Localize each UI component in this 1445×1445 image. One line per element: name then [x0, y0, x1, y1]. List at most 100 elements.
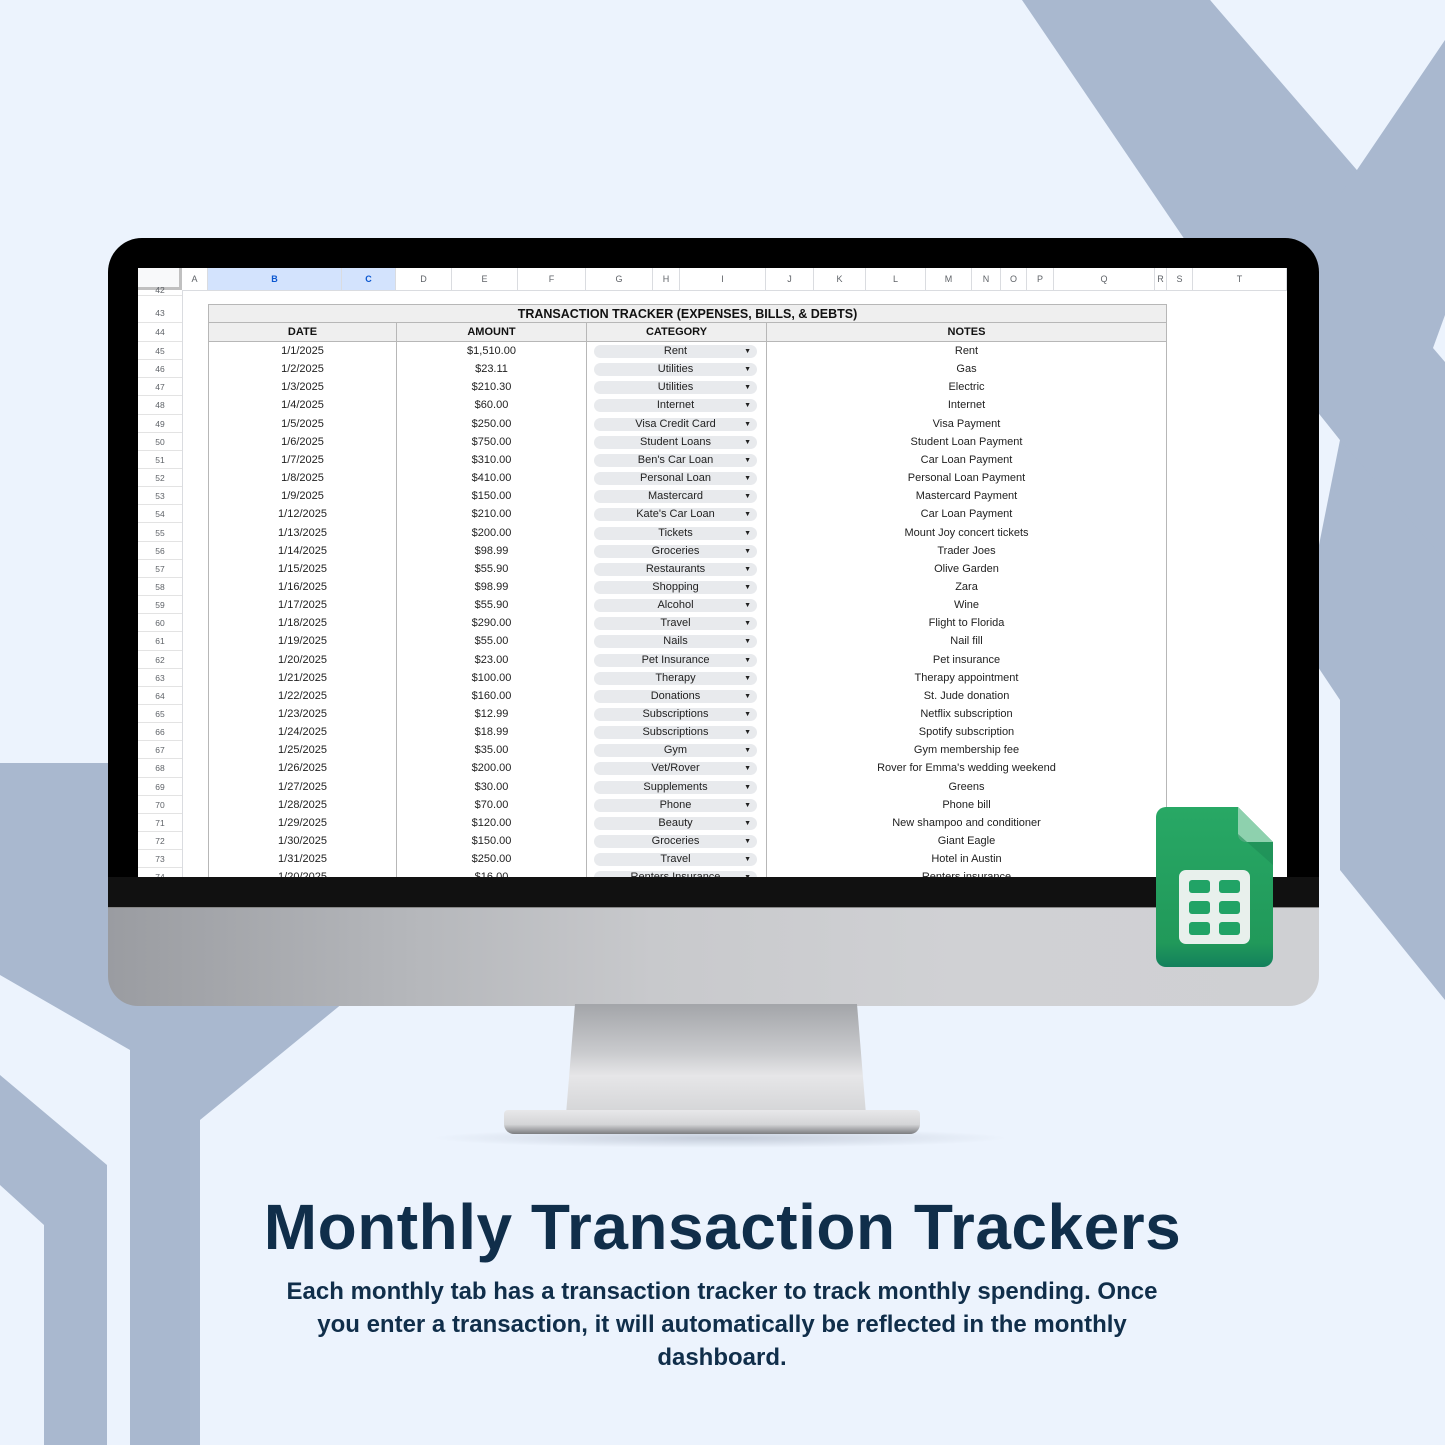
row-header[interactable]: 46	[138, 360, 182, 379]
row-header[interactable]: 55	[138, 524, 182, 542]
category-dropdown[interactable]: Utilities ▼	[594, 363, 757, 377]
amount-cell[interactable]: $750.00	[396, 433, 587, 451]
row-header[interactable]: 52	[138, 469, 182, 488]
amount-cell[interactable]: $410.00	[396, 469, 587, 487]
date-cell[interactable]: 1/20/2025	[208, 651, 397, 669]
notes-cell[interactable]: St. Jude donation	[766, 687, 1167, 705]
amount-cell[interactable]: $12.99	[396, 705, 587, 723]
amount-cell[interactable]: $23.11	[396, 360, 587, 378]
column-header-o[interactable]: O	[1001, 268, 1027, 290]
caret-down-icon[interactable]: ▼	[744, 690, 751, 703]
category-dropdown[interactable]: Ben's Car Loan ▼	[594, 453, 757, 467]
date-cell[interactable]: 1/29/2025	[208, 814, 397, 832]
row-header[interactable]: 71	[138, 814, 182, 833]
amount-cell[interactable]: $60.00	[396, 396, 587, 414]
amount-cell[interactable]: $210.00	[396, 505, 587, 523]
caret-down-icon[interactable]: ▼	[744, 508, 751, 521]
row-header[interactable]: 56	[138, 542, 182, 560]
date-cell[interactable]: 1/15/2025	[208, 560, 397, 578]
date-cell[interactable]: 1/7/2025	[208, 451, 397, 469]
caret-down-icon[interactable]: ▼	[744, 399, 751, 412]
amount-cell[interactable]: $55.00	[396, 632, 587, 650]
category-dropdown[interactable]: Subscriptions ▼	[594, 708, 757, 721]
row-header[interactable]: 42	[138, 284, 182, 296]
amount-cell[interactable]: $310.00	[396, 451, 587, 469]
category-dropdown[interactable]: Vet/Rover ▼	[594, 762, 757, 776]
caret-down-icon[interactable]: ▼	[744, 527, 751, 540]
date-cell[interactable]: 1/1/2025	[208, 342, 397, 360]
notes-cell[interactable]: Car Loan Payment	[766, 505, 1167, 523]
notes-cell[interactable]: Nail fill	[766, 632, 1167, 650]
category-dropdown[interactable]: Student Loans ▼	[594, 435, 757, 449]
date-cell[interactable]: 1/30/2025	[208, 832, 397, 850]
row-header[interactable]: 64	[138, 687, 182, 705]
column-header-m[interactable]: M	[926, 268, 972, 290]
category-dropdown[interactable]: Supplements ▼	[594, 780, 757, 794]
date-cell[interactable]: 1/24/2025	[208, 723, 397, 741]
category-dropdown[interactable]: Phone ▼	[594, 798, 757, 812]
date-cell[interactable]: 1/21/2025	[208, 669, 397, 687]
row-header[interactable]: 62	[138, 651, 182, 669]
amount-cell[interactable]: $18.99	[396, 723, 587, 741]
amount-cell[interactable]: $16.00	[396, 868, 587, 877]
column-header-i[interactable]: I	[680, 268, 766, 290]
category-dropdown[interactable]: Shopping ▼	[594, 580, 757, 594]
category-dropdown[interactable]: Subscriptions ▼	[594, 726, 757, 740]
date-cell[interactable]: 1/26/2025	[208, 759, 397, 777]
category-dropdown[interactable]: Pet Insurance ▼	[594, 653, 757, 667]
caret-down-icon[interactable]: ▼	[744, 454, 751, 467]
category-dropdown[interactable]: Groceries ▼	[594, 544, 757, 558]
notes-cell[interactable]: Phone bill	[766, 796, 1167, 814]
amount-cell[interactable]: $30.00	[396, 778, 587, 796]
category-dropdown[interactable]: Tickets ▼	[594, 526, 757, 540]
row-header[interactable]: 45	[138, 342, 182, 361]
amount-cell[interactable]: $35.00	[396, 741, 587, 759]
caret-down-icon[interactable]: ▼	[744, 799, 751, 812]
caret-down-icon[interactable]: ▼	[744, 545, 751, 558]
caret-down-icon[interactable]: ▼	[744, 363, 751, 376]
amount-cell[interactable]: $70.00	[396, 796, 587, 814]
notes-cell[interactable]: Giant Eagle	[766, 832, 1167, 850]
caret-down-icon[interactable]: ▼	[744, 617, 751, 630]
row-header[interactable]: 68	[138, 759, 182, 778]
row-header[interactable]: 66	[138, 723, 182, 742]
category-dropdown[interactable]: Therapy ▼	[594, 671, 757, 685]
notes-cell[interactable]: Personal Loan Payment	[766, 469, 1167, 487]
column-header-d[interactable]: D	[396, 268, 452, 290]
amount-cell[interactable]: $1,510.00	[396, 342, 587, 360]
notes-cell[interactable]: New shampoo and conditioner	[766, 814, 1167, 832]
caret-down-icon[interactable]: ▼	[744, 381, 751, 394]
date-cell[interactable]: 1/3/2025	[208, 378, 397, 396]
caret-down-icon[interactable]: ▼	[744, 762, 751, 775]
amount-cell[interactable]: $150.00	[396, 487, 587, 505]
date-cell[interactable]: 1/23/2025	[208, 705, 397, 723]
column-header-a[interactable]: A	[182, 268, 208, 290]
row-header[interactable]: 44	[138, 323, 182, 342]
row-header[interactable]: 50	[138, 433, 182, 451]
amount-cell[interactable]: $100.00	[396, 669, 587, 687]
date-cell[interactable]: 1/31/2025	[208, 850, 397, 868]
row-header[interactable]: 53	[138, 487, 182, 506]
caret-down-icon[interactable]: ▼	[744, 599, 751, 612]
category-dropdown[interactable]: Gym ▼	[594, 744, 757, 758]
date-cell[interactable]: 1/12/2025	[208, 505, 397, 523]
date-cell[interactable]: 1/8/2025	[208, 469, 397, 487]
date-cell[interactable]: 1/4/2025	[208, 396, 397, 414]
row-header[interactable]: 65	[138, 705, 182, 724]
row-header[interactable]: 72	[138, 832, 182, 851]
column-header-l[interactable]: L	[866, 268, 926, 290]
date-cell[interactable]: 1/20/2025	[208, 868, 397, 877]
caret-down-icon[interactable]: ▼	[744, 436, 751, 449]
notes-cell[interactable]: Therapy appointment	[766, 669, 1167, 687]
row-header[interactable]: 74	[138, 868, 182, 877]
category-dropdown[interactable]: Internet ▼	[594, 399, 757, 413]
column-header-g[interactable]: G	[586, 268, 653, 290]
column-header-r[interactable]: R	[1155, 268, 1167, 290]
date-cell[interactable]: 1/28/2025	[208, 796, 397, 814]
row-header[interactable]: 63	[138, 669, 182, 687]
caret-down-icon[interactable]: ▼	[744, 853, 751, 866]
notes-cell[interactable]: Olive Garden	[766, 560, 1167, 578]
category-dropdown[interactable]: Rent ▼	[594, 345, 757, 358]
column-header-t[interactable]: T	[1193, 268, 1287, 290]
amount-cell[interactable]: $160.00	[396, 687, 587, 705]
